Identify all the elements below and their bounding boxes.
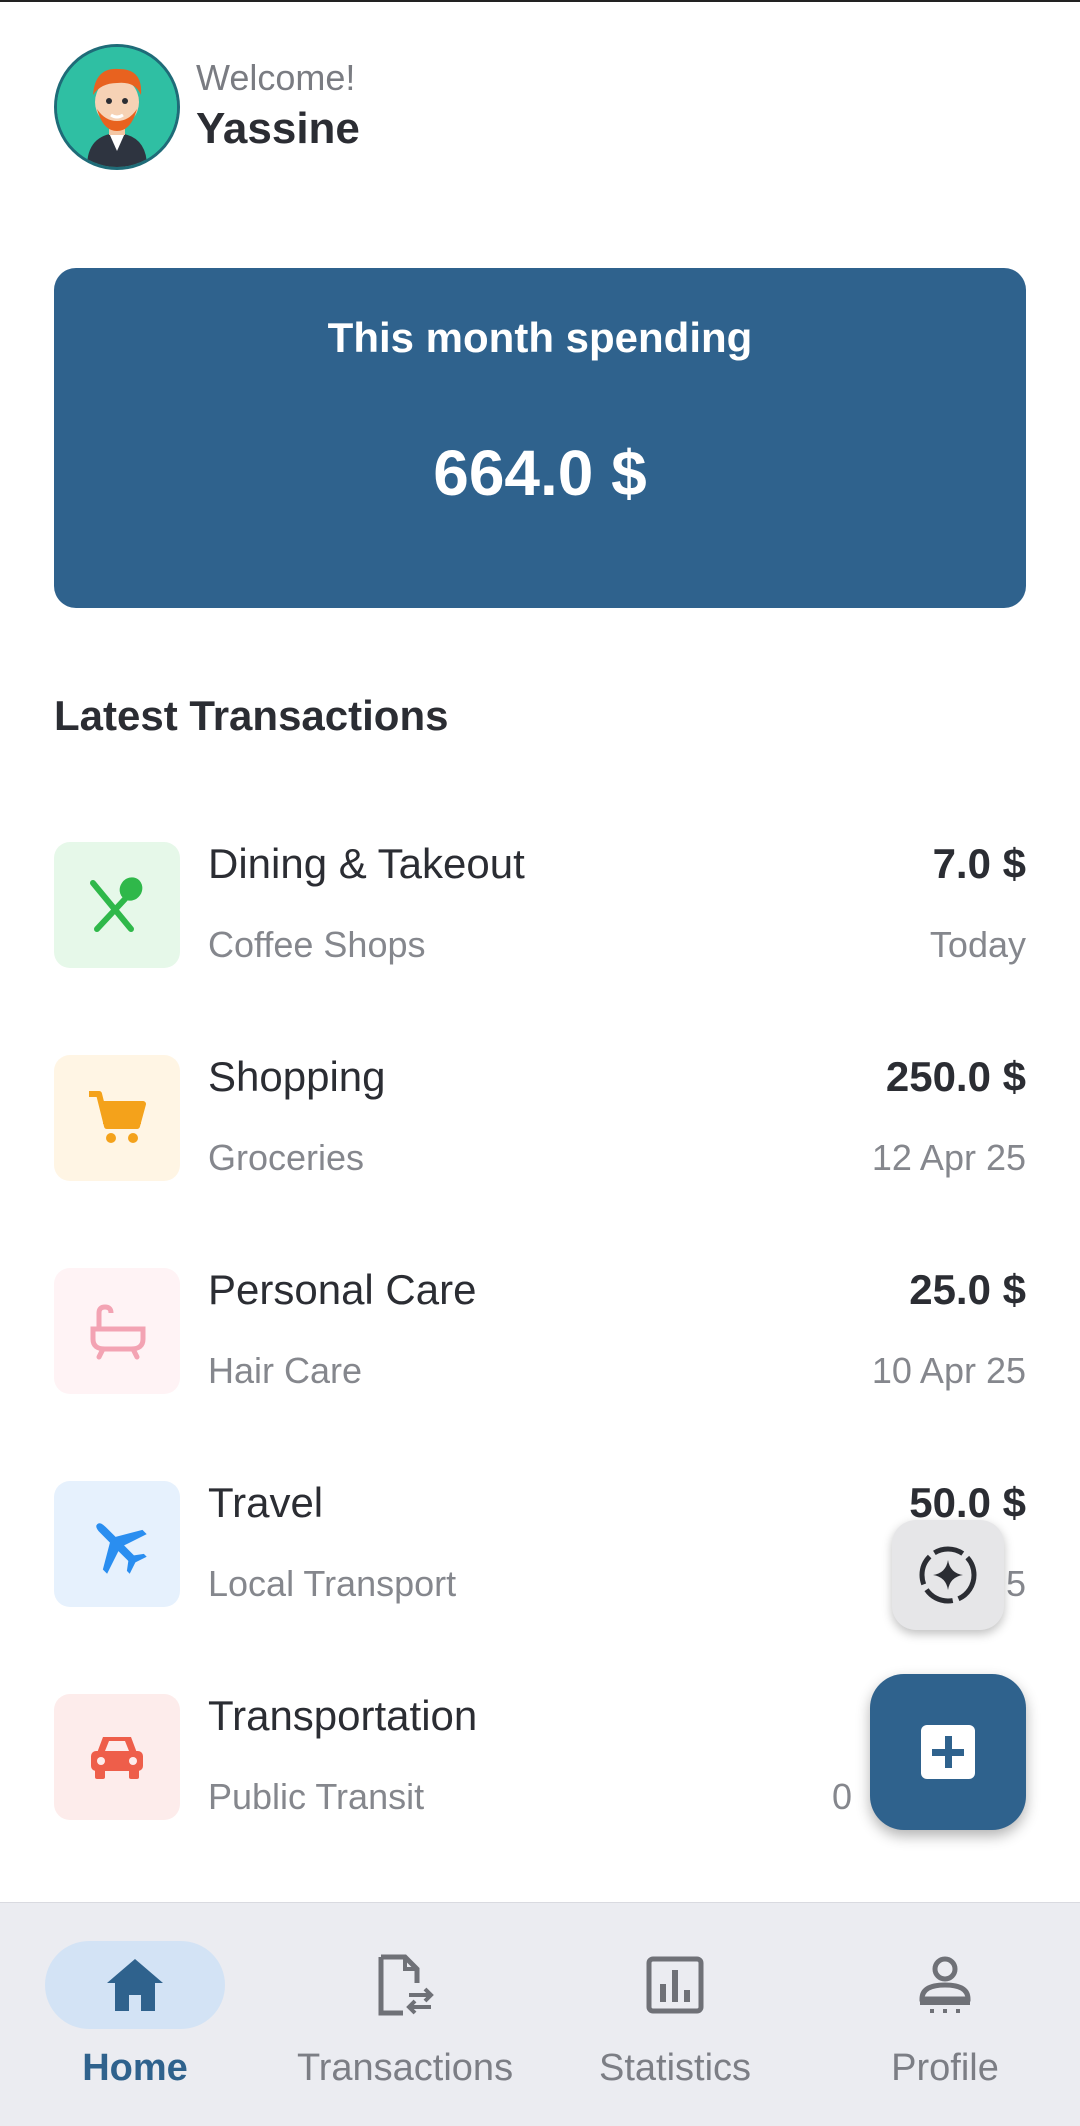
transaction-subcategory: Coffee Shops [208, 924, 426, 965]
transaction-row[interactable]: Shopping Groceries 250.0 $ 12 Apr 25 [54, 1053, 1026, 1181]
transaction-date-end: 5 [1005, 1563, 1026, 1604]
spending-title: This month spending [327, 314, 753, 361]
bathtub-icon [54, 1268, 180, 1394]
transaction-row[interactable]: Travel Local Transport 50.0 $ 045 [54, 1479, 1026, 1607]
nav-item-statistics[interactable]: Statistics [540, 1903, 810, 2126]
transaction-date: Today [929, 924, 1026, 965]
nav-label-transactions: Transactions [296, 2047, 514, 2089]
nav-item-transactions[interactable]: Transactions [270, 1903, 540, 2126]
transaction-amount: 25.0 $ [909, 1266, 1026, 1313]
cart-icon [54, 1055, 180, 1181]
transaction-row[interactable]: Personal Care Hair Care 25.0 $ 10 Apr 25 [54, 1266, 1026, 1394]
transaction-date-start: 0 [831, 1776, 852, 1817]
compass-sparkle-icon [919, 1546, 977, 1604]
nav-label-statistics: Statistics [598, 2047, 752, 2089]
statistics-icon [646, 1953, 704, 2017]
transaction-amount: 7.0 $ [932, 840, 1026, 887]
transaction-subcategory: Public Transit [208, 1776, 425, 1817]
transaction-category: Transportation [208, 1692, 478, 1739]
bottom-navigation: Home Transactions Statistics Profile [0, 1902, 1080, 2126]
nav-label-home: Home [82, 2047, 188, 2089]
transaction-date: 12 Apr 25 [871, 1137, 1026, 1178]
transaction-subcategory: Groceries [208, 1137, 365, 1178]
home-screen: Welcome! Yassine This month spending 664… [0, 0, 1080, 2126]
transactions-icon [375, 1953, 435, 2017]
transaction-amount: 250.0 $ [885, 1053, 1026, 1100]
assistant-button[interactable] [892, 1520, 1004, 1630]
avatar[interactable] [54, 44, 180, 170]
transaction-category: Shopping [208, 1053, 386, 1100]
latest-transactions-title: Latest Transactions [54, 692, 449, 739]
monthly-spending-card[interactable]: This month spending 664.0 $ [54, 268, 1026, 608]
header: Welcome! Yassine [54, 44, 360, 170]
transaction-date: 10 Apr 25 [871, 1350, 1026, 1391]
airplane-icon [54, 1481, 180, 1607]
nav-item-profile[interactable]: Profile [810, 1903, 1080, 2126]
fork-spoon-icon [54, 842, 180, 968]
home-icon [105, 1953, 165, 2017]
welcome-text: Welcome! [196, 57, 356, 98]
transaction-subcategory: Hair Care [208, 1350, 363, 1391]
nav-label-profile: Profile [891, 2047, 999, 2089]
avatar-illustration-icon [57, 47, 177, 167]
transaction-category: Travel [208, 1479, 324, 1526]
transaction-subcategory: Local Transport [208, 1563, 457, 1604]
plus-icon [921, 1725, 975, 1779]
transaction-row[interactable]: Dining & Takeout Coffee Shops 7.0 $ Toda… [54, 840, 1026, 968]
greeting: Welcome! Yassine [196, 56, 360, 158]
spending-amount: 664.0 $ [433, 437, 647, 509]
transaction-category: Personal Care [208, 1266, 477, 1313]
add-transaction-button[interactable] [870, 1674, 1026, 1830]
username: Yassine [196, 104, 360, 153]
car-icon [54, 1694, 180, 1820]
nav-item-home[interactable]: Home [0, 1903, 270, 2126]
profile-icon [916, 1953, 974, 2017]
transaction-category: Dining & Takeout [208, 840, 525, 887]
